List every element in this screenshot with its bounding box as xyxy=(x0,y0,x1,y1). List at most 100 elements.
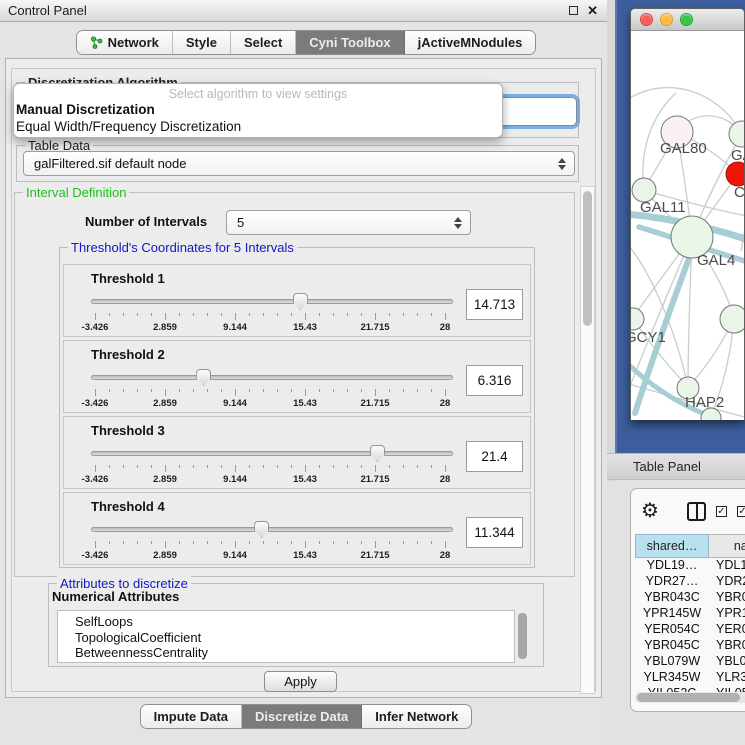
table-cell[interactable]: YER054C xyxy=(709,622,745,638)
algorithm-combobox[interactable] xyxy=(497,97,577,126)
tick-label: 9.144 xyxy=(223,474,247,485)
tick-label: 21.715 xyxy=(360,322,389,333)
panel-vertical-scrollbar[interactable] xyxy=(580,186,595,694)
table-horizontal-scrollbar[interactable] xyxy=(635,692,745,703)
tab-impute-data[interactable]: Impute Data xyxy=(141,705,242,728)
checkbox-icon[interactable]: ✓ xyxy=(737,506,745,517)
table-row[interactable]: YBR043CYBR043C xyxy=(635,590,745,606)
columns-icon[interactable] xyxy=(687,502,706,521)
table-cell[interactable]: YPR145W xyxy=(709,606,745,622)
scrollbar-thumb[interactable] xyxy=(583,191,592,326)
table-cell[interactable]: YLR345W xyxy=(709,670,745,686)
cyni-bottom-tabbar: Impute DataDiscretize DataInfer Network xyxy=(0,702,612,730)
slider-thumb[interactable] xyxy=(254,521,269,538)
tab-label: Style xyxy=(186,35,217,50)
network-node[interactable] xyxy=(726,162,745,186)
table-cell[interactable]: YLR345W xyxy=(635,670,709,686)
attribute-item-selfloops[interactable]: SelfLoops xyxy=(58,611,514,630)
table-cell[interactable]: YPR145W xyxy=(635,606,709,622)
table-row[interactable]: YDL19…YDL19… xyxy=(635,558,745,574)
float-window-icon[interactable] xyxy=(569,6,578,15)
threshold-value-field[interactable]: 6.316 xyxy=(466,365,523,396)
table-data-combobox[interactable]: galFiltered.sif default node xyxy=(23,151,575,176)
slider-thumb[interactable] xyxy=(370,445,385,462)
table-row[interactable]: YER054CYER054C xyxy=(635,622,745,638)
network-view-window[interactable]: GAL80GACGAL11GAL4GCY1HHAP2 xyxy=(630,8,745,420)
slider-thumb[interactable] xyxy=(196,369,211,386)
table-cell[interactable]: YBR045C xyxy=(709,638,745,654)
scrollbar-thumb[interactable] xyxy=(518,613,527,659)
threshold-slider[interactable]: -3.4262.8599.14415.4321.71528 xyxy=(91,519,453,563)
number-of-intervals-label: Number of Intervals xyxy=(85,214,207,229)
threshold-value-field[interactable]: 11.344 xyxy=(466,517,523,548)
tab-select[interactable]: Select xyxy=(231,31,296,54)
network-node[interactable] xyxy=(631,308,644,330)
table-cell[interactable]: YBL079W xyxy=(635,654,709,670)
slider-track[interactable] xyxy=(91,299,453,304)
minimize-light-icon[interactable] xyxy=(660,13,673,26)
apply-button[interactable]: Apply xyxy=(264,671,337,692)
network-node[interactable] xyxy=(720,305,745,333)
zoom-light-icon[interactable] xyxy=(680,13,693,26)
threshold-slider[interactable]: -3.4262.8599.14415.4321.71528 xyxy=(91,443,453,487)
tab-infer-network[interactable]: Infer Network xyxy=(362,705,471,728)
table-row[interactable]: YBR045CYBR045C xyxy=(635,638,745,654)
table-row[interactable]: YBL079WYBL079W xyxy=(635,654,745,670)
scrollbar-thumb[interactable] xyxy=(637,693,740,702)
table-row[interactable]: YDR27…YDR27… xyxy=(635,574,745,590)
tick-label: 21.715 xyxy=(360,398,389,409)
tab-network[interactable]: Network xyxy=(77,31,173,54)
algorithm-option-manual-discretization[interactable]: Manual Discretization xyxy=(14,101,502,118)
number-of-intervals-combobox[interactable]: 5 xyxy=(226,210,471,235)
attributes-list-scrollbar[interactable] xyxy=(516,611,529,662)
network-graph[interactable]: GAL80GACGAL11GAL4GCY1HHAP2 xyxy=(631,31,745,420)
slider-track[interactable] xyxy=(91,451,453,456)
attributes-list[interactable]: SelfLoopsTopologicalCoefficientBetweenne… xyxy=(57,610,515,663)
threshold-slider[interactable]: -3.4262.8599.14415.4321.71528 xyxy=(91,291,453,335)
table-cell[interactable]: YBL079W xyxy=(709,654,745,670)
table-cell[interactable]: YER054C xyxy=(635,622,709,638)
network-window-titlebar[interactable] xyxy=(631,9,744,31)
table-cell[interactable]: YDL19… xyxy=(709,558,745,574)
close-icon[interactable]: ✕ xyxy=(587,6,598,15)
node-label-gcy1: GCY1 xyxy=(631,329,666,346)
close-light-icon[interactable] xyxy=(640,13,653,26)
table-cell[interactable]: YDR27… xyxy=(635,574,709,590)
algorithm-placeholder-option[interactable]: Select algorithm to view settings xyxy=(14,87,502,101)
threshold-value-field[interactable]: 21.4 xyxy=(466,441,523,472)
node-table-card: ⚙ ✓ ✓ shared…name YDL19…YDL19…YDR27…YDR2… xyxy=(630,488,745,712)
column-header-shared-[interactable]: shared… xyxy=(635,534,709,558)
attribute-item-betweennesscentrality[interactable]: BetweennessCentrality xyxy=(58,645,514,661)
network-node[interactable] xyxy=(729,121,745,147)
gear-icon[interactable]: ⚙ xyxy=(641,501,659,521)
tab-jactivemnodules[interactable]: jActiveMNodules xyxy=(405,31,536,54)
tab-discretize-data[interactable]: Discretize Data xyxy=(242,705,362,728)
table-panel-title: Table Panel xyxy=(607,459,701,474)
tab-label: Network xyxy=(108,35,159,50)
table-row[interactable]: YPR145WYPR145W xyxy=(635,606,745,622)
slider-track[interactable] xyxy=(91,527,453,532)
table-cell[interactable]: YBR043C xyxy=(709,590,745,606)
checkbox-icon[interactable]: ✓ xyxy=(716,506,727,517)
table-row[interactable]: YLR345WYLR345W xyxy=(635,670,745,686)
tab-cyni-toolbox[interactable]: Cyni Toolbox xyxy=(296,31,404,54)
slider-thumb[interactable] xyxy=(293,293,308,310)
tick-label: 2.859 xyxy=(153,398,177,409)
slider-ticks xyxy=(95,541,445,549)
threshold-slider[interactable]: -3.4262.8599.14415.4321.71528 xyxy=(91,367,453,411)
table-cell[interactable]: YBR045C xyxy=(635,638,709,654)
attribute-item-topologicalcoefficient[interactable]: TopologicalCoefficient xyxy=(58,630,514,646)
table-cell[interactable]: YBR043C xyxy=(635,590,709,606)
table-cell[interactable]: YDL19… xyxy=(635,558,709,574)
column-header-name[interactable]: name xyxy=(709,534,745,558)
combo-arrows-icon xyxy=(454,217,462,229)
threshold-value-field[interactable]: 14.713 xyxy=(466,289,523,320)
network-icon xyxy=(90,36,103,49)
tab-style[interactable]: Style xyxy=(173,31,231,54)
combo-arrows-icon xyxy=(558,158,566,170)
thresholds-group: Threshold's Coordinates for 5 Intervals … xyxy=(59,247,535,568)
network-canvas[interactable]: GAL80GACGAL11GAL4GCY1HHAP2 xyxy=(631,31,745,420)
table-cell[interactable]: YDR27… xyxy=(709,574,745,590)
algorithm-option-equal-width-frequency-discretization[interactable]: Equal Width/Frequency Discretization xyxy=(14,118,502,135)
slider-track[interactable] xyxy=(91,375,453,380)
